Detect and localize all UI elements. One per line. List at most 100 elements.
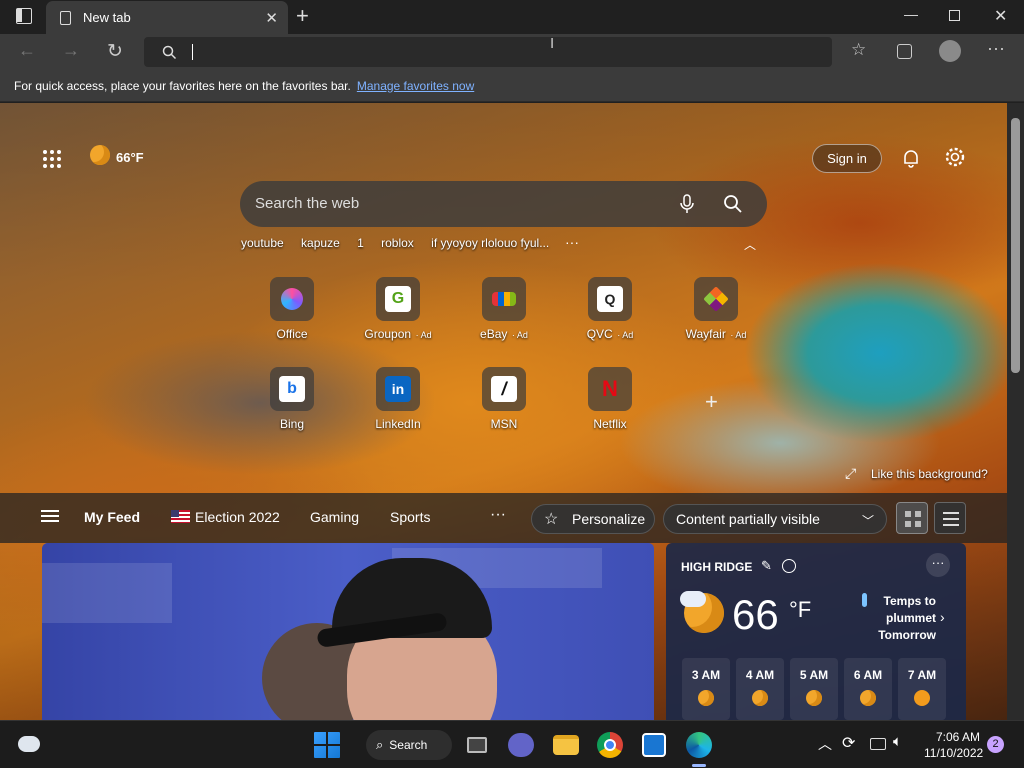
- back-icon[interactable]: ←: [18, 40, 36, 61]
- hourly-forecast[interactable]: 5 AM: [790, 658, 838, 720]
- forward-icon[interactable]: →: [62, 40, 80, 61]
- add-shortcut-icon[interactable]: +: [705, 389, 718, 415]
- more-options-icon[interactable]: ···: [987, 38, 1005, 59]
- profile-avatar[interactable]: [939, 40, 961, 62]
- ad-badge: · Ad: [509, 330, 528, 340]
- new-tab-icon[interactable]: +: [296, 3, 309, 29]
- trending-searches: youtube kapuze 1 roblox if yyoyoy rlolou…: [241, 236, 563, 250]
- sync-icon[interactable]: ⟳: [842, 733, 855, 753]
- hourly-forecast[interactable]: 6 AM: [844, 658, 892, 720]
- hourly-forecast[interactable]: 3 AM: [682, 658, 730, 720]
- clock-time[interactable]: 7:06 AM: [936, 730, 980, 744]
- close-window-icon[interactable]: ✕: [994, 6, 1007, 26]
- microphone-icon[interactable]: [680, 194, 694, 214]
- us-flag-icon: [171, 510, 190, 523]
- tile-label: Wayfair: [685, 327, 726, 341]
- chevron-right-icon[interactable]: ›: [940, 609, 945, 625]
- page-icon: [60, 10, 71, 25]
- clock-date[interactable]: 11/10/2022: [924, 746, 983, 760]
- minimize-icon[interactable]: —: [904, 6, 918, 22]
- scrollbar-thumb[interactable]: [1011, 118, 1020, 373]
- collapse-chevron-icon[interactable]: ︿: [744, 236, 756, 253]
- tab-election-2022[interactable]: Election 2022: [195, 509, 280, 525]
- news-card[interactable]: [42, 543, 654, 720]
- list-view-button[interactable]: [934, 502, 966, 534]
- weather-card[interactable]: HIGH RIDGE ✎ ··· 66 °F Temps to plummet …: [666, 543, 966, 720]
- store-icon[interactable]: [642, 733, 666, 757]
- app-launcher-icon[interactable]: [43, 150, 61, 168]
- grid-view-button[interactable]: [896, 502, 928, 534]
- ad-badge: · Ad: [614, 330, 634, 340]
- weather-location[interactable]: HIGH RIDGE: [681, 560, 752, 574]
- settings-gear-icon[interactable]: [944, 146, 966, 168]
- tile-msn[interactable]: / MSN: [451, 367, 557, 431]
- weather-alert-link[interactable]: Temps to plummet Tomorrow: [856, 593, 936, 644]
- hourly-forecast[interactable]: 4 AM: [736, 658, 784, 720]
- more-tabs-icon[interactable]: ···: [490, 506, 506, 524]
- edit-location-icon[interactable]: ✎: [761, 558, 772, 574]
- trending-item[interactable]: youtube: [241, 236, 284, 250]
- tile-office[interactable]: Office: [239, 277, 345, 341]
- task-view-icon[interactable]: [467, 737, 487, 753]
- volume-icon[interactable]: 🔈︎: [893, 733, 902, 750]
- weather-more-icon[interactable]: ···: [926, 553, 950, 577]
- show-hidden-icons[interactable]: ︿: [818, 734, 832, 754]
- collections-icon[interactable]: [897, 44, 912, 59]
- more-trending-icon[interactable]: ···: [565, 234, 579, 250]
- menu-icon[interactable]: [41, 510, 59, 522]
- sign-in-button[interactable]: Sign in: [812, 144, 882, 173]
- web-search-box[interactable]: Search the web: [240, 181, 767, 227]
- moon-cloud-icon: [698, 690, 714, 706]
- trending-item[interactable]: kapuze: [301, 236, 340, 250]
- file-explorer-icon[interactable]: [553, 735, 579, 755]
- tab-my-feed[interactable]: My Feed: [84, 509, 140, 525]
- favorites-icon[interactable]: ☆: [851, 40, 866, 60]
- close-tab-icon[interactable]: ✕: [265, 9, 278, 27]
- list-view-icon: [943, 512, 959, 526]
- taskbar-search-button[interactable]: ⌕ Search: [366, 730, 452, 760]
- tile-label: Office: [276, 327, 308, 341]
- content-visibility-dropdown[interactable]: Content partially visible ﹀: [663, 504, 887, 534]
- tile-qvc[interactable]: Q QVC · Ad: [557, 277, 663, 341]
- edge-icon[interactable]: [686, 732, 712, 758]
- refresh-icon[interactable]: ↻: [107, 40, 123, 63]
- moon-icon: [752, 690, 768, 706]
- tab-actions-icon[interactable]: [16, 8, 32, 24]
- widgets-weather-icon[interactable]: [18, 736, 40, 752]
- notifications-bell-icon[interactable]: [900, 147, 922, 169]
- trending-item[interactable]: if yyoyoy rlolouo fyul...: [431, 236, 549, 250]
- manage-favorites-link[interactable]: Manage favorites now: [357, 79, 474, 93]
- tile-netflix[interactable]: N Netflix: [557, 367, 663, 431]
- notification-badge[interactable]: 2: [987, 736, 1004, 753]
- start-windows-icon[interactable]: [314, 732, 340, 758]
- tile-ebay[interactable]: eBay · Ad: [451, 277, 557, 341]
- moon-icon: [806, 690, 822, 706]
- restore-icon[interactable]: [949, 10, 960, 21]
- tile-label: Netflix: [593, 417, 627, 431]
- ad-badge: · Ad: [413, 330, 432, 340]
- tile-bing[interactable]: b Bing: [239, 367, 345, 431]
- netflix-icon: N: [602, 376, 618, 401]
- personalize-button[interactable]: ☆ Personalize: [531, 504, 655, 534]
- tile-groupon[interactable]: G Groupon · Ad: [345, 277, 451, 341]
- tab-new-tab[interactable]: New tab ✕: [46, 1, 288, 34]
- expand-icon[interactable]: ⤢: [845, 465, 856, 482]
- hourly-forecast[interactable]: 7 AM: [898, 658, 946, 720]
- like-background-link[interactable]: Like this background?: [871, 467, 988, 481]
- address-bar[interactable]: [144, 37, 832, 67]
- globe-icon[interactable]: [782, 559, 796, 573]
- tab-sports[interactable]: Sports: [390, 509, 430, 525]
- tile-wayfair[interactable]: Wayfair · Ad: [663, 277, 769, 341]
- trending-item[interactable]: roblox: [381, 236, 414, 250]
- trending-item[interactable]: 1: [357, 236, 364, 250]
- search-icon[interactable]: [723, 194, 743, 214]
- network-icon[interactable]: [870, 738, 886, 750]
- navigation-bar: ← → ↻ ☆ ···: [0, 34, 1024, 70]
- taskbar-search-label: Search: [389, 738, 428, 752]
- teams-chat-icon[interactable]: [508, 733, 534, 757]
- header-weather-temp[interactable]: 66°F: [116, 150, 144, 165]
- tile-linkedin[interactable]: in LinkedIn: [345, 367, 451, 431]
- chevron-down-icon: ﹀: [861, 514, 874, 528]
- tab-gaming[interactable]: Gaming: [310, 509, 359, 525]
- chrome-icon[interactable]: [597, 732, 623, 758]
